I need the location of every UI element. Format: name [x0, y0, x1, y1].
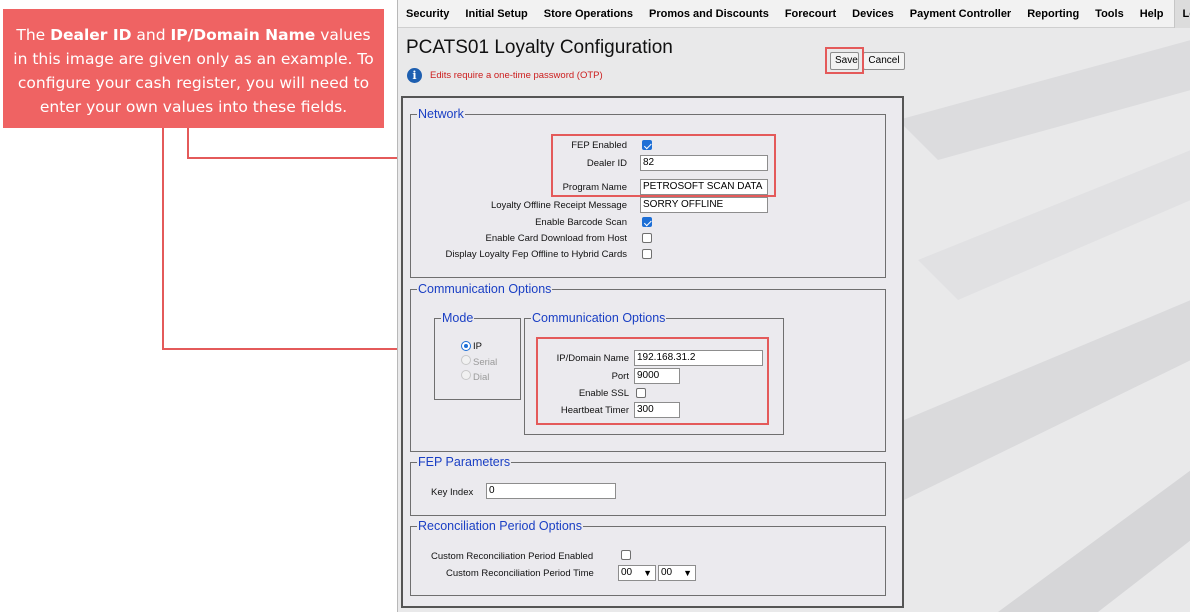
- main-menu-bar: Security Initial Setup Store Operations …: [398, 0, 1190, 28]
- otp-notice: i Edits require a one-time password (OTP…: [407, 68, 603, 83]
- menu-help[interactable]: Help: [1132, 0, 1172, 28]
- config-panel: Network FEP Enabled Dealer ID 82 Program…: [401, 96, 904, 608]
- recon-minute-select[interactable]: 00 ▼: [658, 565, 696, 581]
- barcode-scan-label: Enable Barcode Scan: [535, 217, 627, 228]
- menu-forecourt[interactable]: Forecourt: [777, 0, 844, 28]
- communication-inner-legend: Communication Options: [532, 311, 666, 325]
- network-legend: Network: [418, 107, 464, 121]
- menu-promos-and-discounts[interactable]: Promos and Discounts: [641, 0, 777, 28]
- mode-serial-radio[interactable]: [461, 355, 471, 365]
- menu-payment-controller[interactable]: Payment Controller: [902, 0, 1019, 28]
- recon-hour-value: 00: [621, 567, 633, 578]
- menu-devices[interactable]: Devices: [844, 0, 902, 28]
- page-title: PCATS01 Loyalty Configuration: [406, 37, 673, 58]
- communication-legend: Communication Options: [418, 282, 552, 296]
- app-window: Security Initial Setup Store Operations …: [397, 0, 1190, 612]
- leader-line-ip-horizontal: [162, 348, 399, 350]
- save-highlight: [825, 47, 864, 74]
- key-index-field[interactable]: 0: [486, 483, 616, 499]
- menu-tools[interactable]: Tools: [1087, 0, 1132, 28]
- recon-hour-select[interactable]: 00 ▼: [618, 565, 656, 581]
- mode-serial-label: Serial: [473, 357, 498, 368]
- offline-message-field[interactable]: SORRY OFFLINE: [640, 197, 768, 213]
- callout-bold-dealer-id: Dealer ID: [50, 26, 132, 44]
- card-download-checkbox[interactable]: [642, 233, 652, 243]
- custom-recon-enabled-checkbox[interactable]: [621, 550, 631, 560]
- mode-dial-radio[interactable]: [461, 370, 471, 380]
- fep-parameters-section: FEP Parameters: [410, 455, 886, 516]
- reconciliation-legend: Reconciliation Period Options: [418, 519, 582, 533]
- logout-button[interactable]: Log Out: [1173, 0, 1190, 28]
- callout-text-2: and: [131, 26, 171, 44]
- mode-legend: Mode: [442, 311, 474, 325]
- fep-parameters-legend: FEP Parameters: [418, 455, 511, 469]
- leader-line-dealer-vertical: [187, 128, 189, 159]
- barcode-scan-checkbox[interactable]: [642, 217, 652, 227]
- recon-minute-value: 00: [661, 567, 673, 578]
- chevron-down-icon: ▼: [683, 568, 692, 578]
- info-icon: i: [407, 68, 422, 83]
- custom-recon-time-label: Custom Reconciliation Period Time: [446, 568, 594, 579]
- menu-store-operations[interactable]: Store Operations: [536, 0, 641, 28]
- callout-bold-ip-domain: IP/Domain Name: [170, 26, 316, 44]
- menu-reporting[interactable]: Reporting: [1019, 0, 1087, 28]
- leader-line-dealer-horizontal: [187, 157, 399, 159]
- mode-section: Mode: [434, 311, 521, 400]
- chevron-down-icon: ▼: [643, 568, 652, 578]
- custom-recon-enabled-label: Custom Reconciliation Period Enabled: [431, 551, 594, 562]
- mode-dial-label: Dial: [473, 372, 490, 383]
- example-values-callout: The Dealer ID and IP/Domain Name values …: [3, 9, 384, 128]
- callout-text-1: The: [16, 26, 51, 44]
- cancel-button[interactable]: Cancel: [863, 52, 905, 70]
- dealer-program-highlight: [551, 134, 776, 197]
- display-offline-label: Display Loyalty Fep Offline to Hybrid Ca…: [445, 249, 627, 260]
- display-offline-checkbox[interactable]: [642, 249, 652, 259]
- otp-notice-text: Edits require a one-time password (OTP): [430, 70, 603, 81]
- key-index-label: Key Index: [431, 487, 474, 498]
- mode-ip-label: IP: [473, 341, 482, 352]
- leader-line-ip-vertical: [162, 128, 164, 350]
- comm-fields-highlight: [536, 337, 769, 425]
- menu-initial-setup[interactable]: Initial Setup: [457, 0, 535, 28]
- card-download-label: Enable Card Download from Host: [485, 233, 627, 244]
- offline-message-label: Loyalty Offline Receipt Message: [490, 200, 627, 211]
- mode-ip-radio[interactable]: [461, 341, 471, 351]
- menu-security[interactable]: Security: [398, 0, 457, 28]
